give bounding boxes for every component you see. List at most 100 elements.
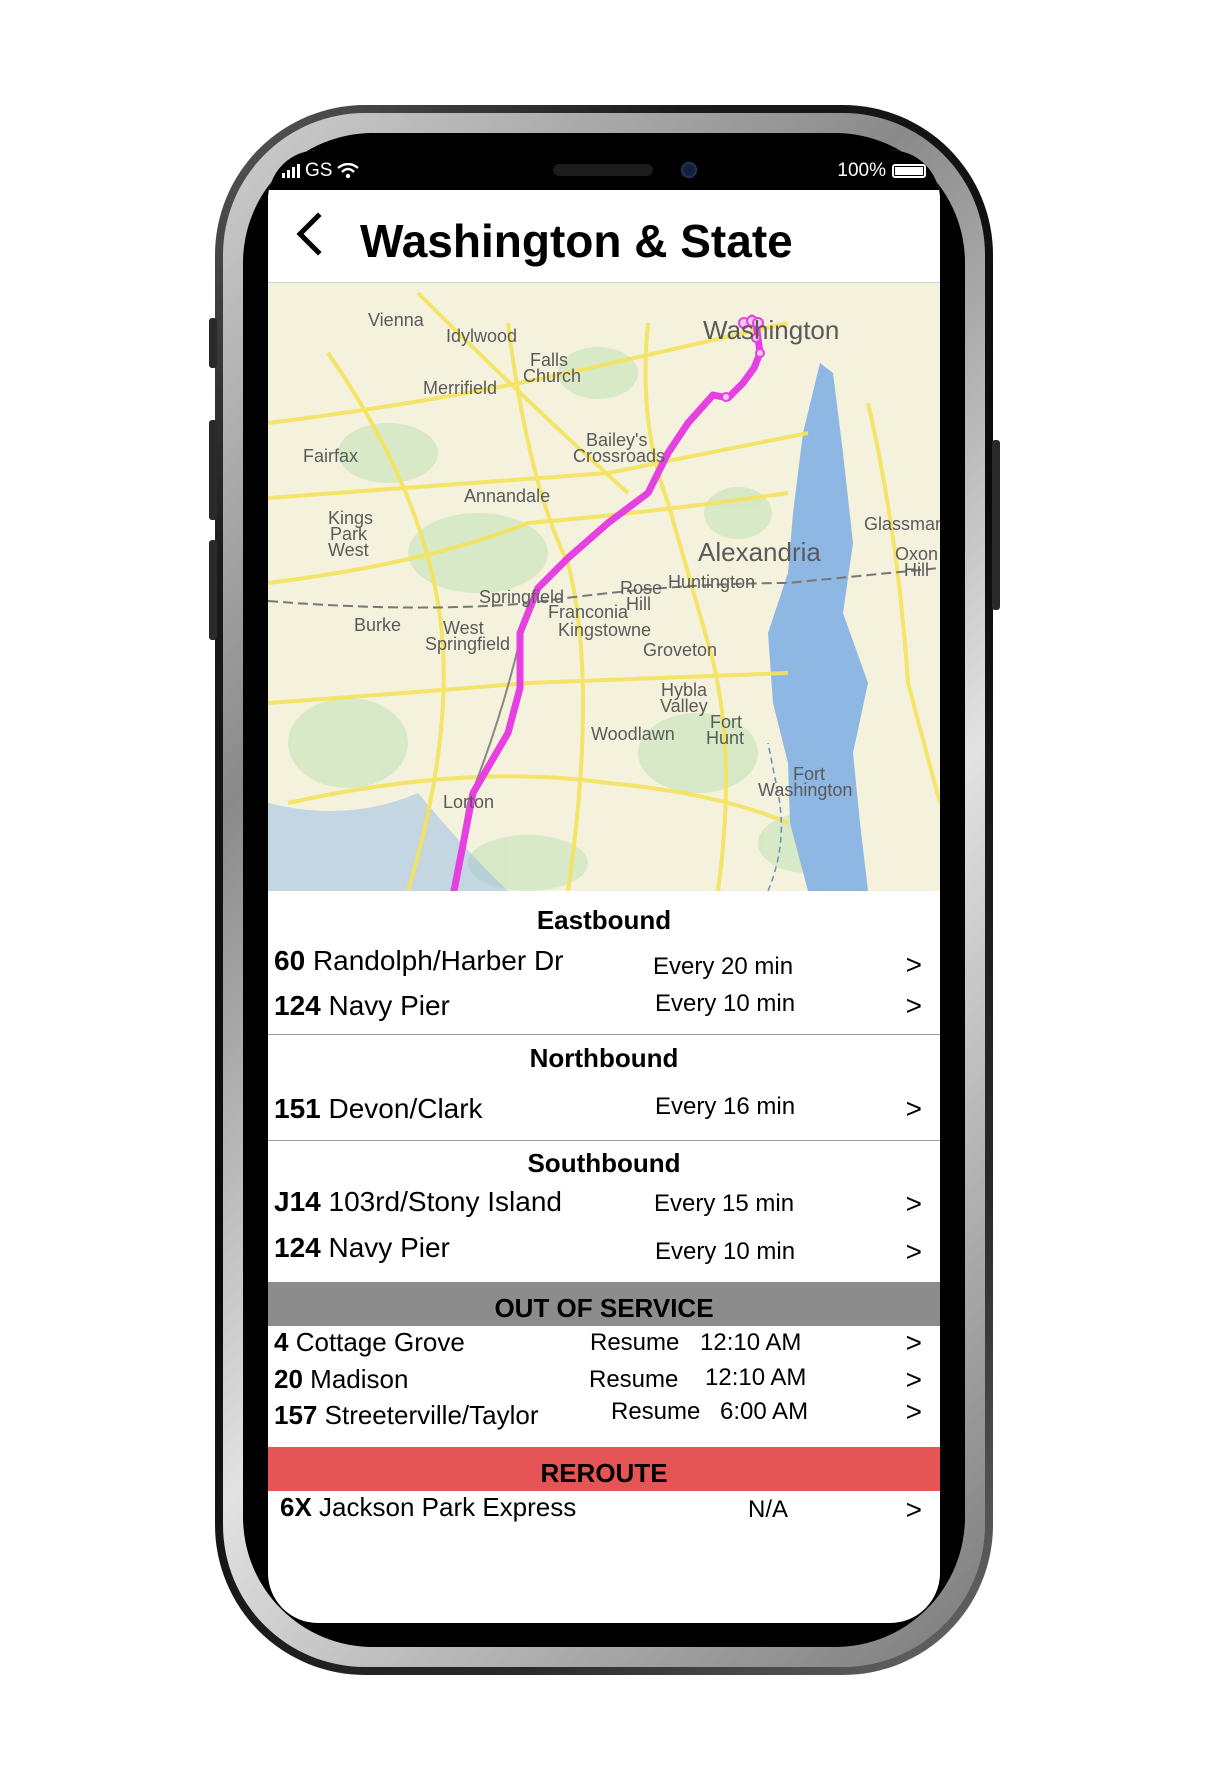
route-label: 60 Randolph/Harber Dr: [274, 945, 564, 977]
route-name: Navy Pier: [328, 990, 450, 1021]
route-row-6x[interactable]: 6X Jackson Park Express N/A >: [268, 1490, 940, 1530]
route-name: Streeterville/Taylor: [324, 1400, 539, 1430]
resume-label: Resume: [589, 1366, 679, 1393]
volume-down-button: [209, 540, 217, 640]
page-title: Washington & State: [360, 215, 793, 267]
route-name: Jackson Park Express: [319, 1492, 577, 1522]
map-label: Merrifield: [423, 378, 498, 398]
route-label: 151 Devon/Clark: [274, 1093, 483, 1125]
status-left: GS: [282, 160, 360, 182]
route-label: 4 Cottage Grove: [274, 1327, 465, 1358]
route-number: J14: [274, 1186, 321, 1217]
route-row-20[interactable]: 20 Madison Resume 12:10 AM >: [268, 1364, 940, 1404]
map-label: Alexandria: [698, 537, 821, 567]
route-number: 157: [274, 1400, 318, 1430]
carrier-label: GS: [305, 160, 333, 181]
map-label: Washington: [703, 315, 840, 345]
out-of-service-header: OUT OF SERVICE: [268, 1282, 940, 1326]
map-label: West: [328, 540, 369, 560]
map-label: Springfield: [425, 634, 511, 654]
chevron-right-icon: >: [905, 1188, 922, 1219]
route-number: 124: [274, 990, 321, 1021]
map-label: Lorton: [443, 792, 495, 812]
wifi-icon: [337, 163, 360, 179]
section-heading-southbound: Southbound: [527, 1148, 681, 1178]
route-row-151[interactable]: 151 Devon/Clark Every 16 min >: [268, 1093, 940, 1133]
route-frequency: Every 20 min: [653, 953, 794, 980]
mute-switch: [209, 318, 217, 368]
chevron-left-icon: [296, 212, 322, 256]
route-number: 124: [274, 1232, 321, 1263]
map-label: Huntington: [668, 572, 756, 592]
section-divider: [268, 1034, 940, 1035]
chevron-right-icon: >: [905, 1093, 922, 1124]
status-right: 100%: [837, 160, 926, 182]
route-name: 103rd/Stony Island: [328, 1186, 563, 1217]
route-row-124[interactable]: 124 Navy Pier Every 10 min >: [268, 1232, 940, 1272]
map-label: Hunt: [706, 728, 745, 748]
chevron-right-icon: >: [905, 1396, 922, 1427]
route-map[interactable]: Vienna Idylwood Falls Church Merrifield …: [268, 283, 940, 891]
route-name: Navy Pier: [328, 1232, 450, 1263]
route-number: 4: [274, 1327, 289, 1357]
route-frequency: Every 16 min: [655, 1093, 796, 1120]
route-name: Randolph/Harber Dr: [312, 945, 564, 976]
route-name: Madison: [310, 1364, 409, 1394]
map-label: Groveton: [643, 640, 718, 660]
route-number: 20: [274, 1364, 303, 1394]
route-number: 60: [274, 945, 306, 976]
route-row-j14[interactable]: J14 103rd/Stony Island Every 15 min >: [268, 1186, 940, 1226]
route-label: 157 Streeterville/Taylor: [274, 1400, 538, 1431]
route-row-60[interactable]: 60 Randolph/Harber Dr Every 20 min >: [268, 945, 940, 985]
front-camera: [681, 162, 697, 178]
back-button[interactable]: [290, 210, 334, 260]
resume-time: 6:00 AM: [720, 1398, 809, 1425]
volume-up-button: [209, 420, 217, 520]
route-frequency: Every 10 min: [655, 990, 796, 1017]
chevron-right-icon: >: [905, 1327, 922, 1358]
speaker-grille: [553, 164, 653, 176]
battery-icon: [892, 164, 926, 178]
map-label: Hill: [626, 594, 651, 614]
route-number: 151: [274, 1093, 321, 1124]
resume-time: 12:10 AM: [705, 1364, 807, 1391]
section-divider: [268, 1140, 940, 1141]
map-label: Kingstowne: [558, 620, 652, 640]
route-name: Cottage Grove: [295, 1327, 465, 1357]
resume-label: Resume: [590, 1329, 680, 1356]
map-label: Idylwood: [446, 326, 518, 346]
resume-label: Resume: [611, 1398, 701, 1425]
route-row-124[interactable]: 124 Navy Pier Every 10 min >: [268, 990, 940, 1030]
route-row-4[interactable]: 4 Cottage Grove Resume 12:10 AM >: [268, 1327, 940, 1367]
route-label: 6X Jackson Park Express: [280, 1492, 576, 1523]
map-label: Church: [523, 366, 582, 386]
map-label: Vienna: [368, 310, 424, 330]
chevron-right-icon: >: [905, 949, 922, 980]
map-label: Valley: [660, 696, 708, 716]
route-label: 124 Navy Pier: [274, 1232, 450, 1264]
map-label: Washington: [758, 780, 853, 800]
section-heading-northbound: Northbound: [529, 1043, 679, 1073]
header-bar: Washington & State: [268, 190, 940, 283]
map-label: Crossroads: [573, 446, 666, 466]
signal-icon: [282, 164, 300, 178]
chevron-right-icon: >: [905, 1494, 922, 1525]
reroute-header: REROUTE: [268, 1447, 940, 1491]
map-label: Annandale: [464, 486, 551, 506]
route-number: 6X: [280, 1492, 312, 1522]
route-frequency: Every 10 min: [655, 1238, 796, 1265]
power-button: [992, 440, 1000, 610]
route-status: N/A: [748, 1496, 789, 1523]
route-label: J14 103rd/Stony Island: [274, 1186, 562, 1218]
map-label: Woodlawn: [591, 724, 675, 744]
route-row-157[interactable]: 157 Streeterville/Taylor Resume 6:00 AM …: [268, 1396, 940, 1440]
resume-time: 12:10 AM: [700, 1329, 802, 1356]
battery-percent: 100%: [837, 160, 886, 181]
map-label: Glassmanor: [864, 514, 940, 534]
map-label: Fairfax: [303, 446, 359, 466]
app-screen: GS 100% Washington & State Vienna Idylwo…: [268, 150, 940, 1623]
chevron-right-icon: >: [905, 990, 922, 1021]
map-label: Burke: [354, 615, 402, 635]
route-label: 124 Navy Pier: [274, 990, 450, 1022]
route-label: 20 Madison: [274, 1364, 408, 1395]
